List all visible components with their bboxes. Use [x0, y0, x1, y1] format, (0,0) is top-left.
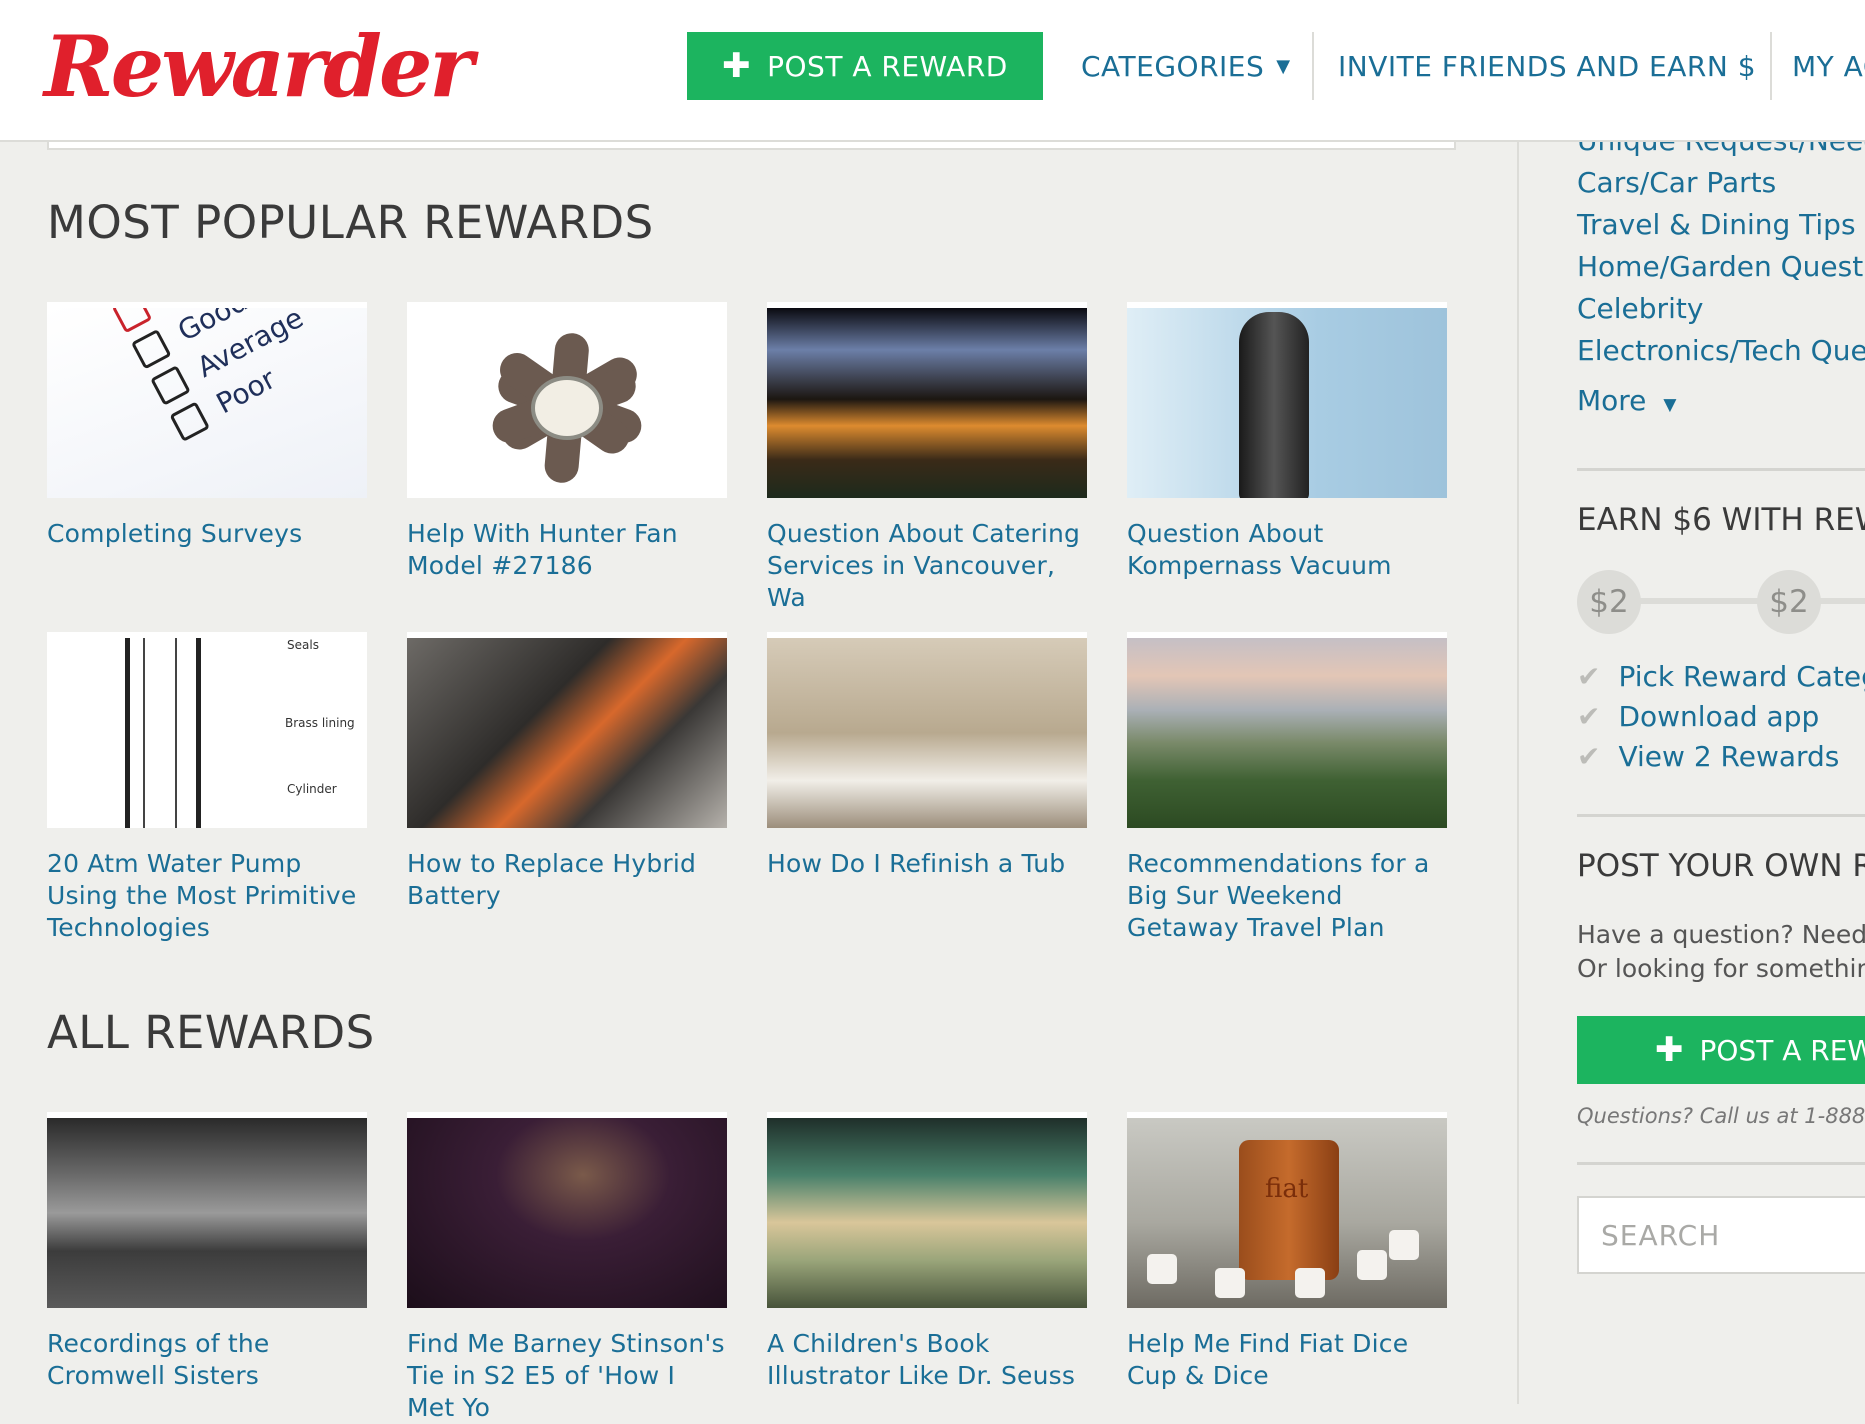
reward-title-link[interactable]: Recordings of the Cromwell Sisters — [47, 1328, 367, 1392]
caret-down-icon: ▼ — [1276, 56, 1290, 77]
plus-icon: ✚ — [1655, 1033, 1684, 1067]
reward-thumbnail[interactable] — [1127, 632, 1447, 828]
reward-title-link[interactable]: A Children's Book Illustrator Like Dr. S… — [767, 1328, 1087, 1392]
survey-checklist-image: Very good Good Average Poor — [107, 302, 355, 450]
reward-card[interactable]: How to Replace Hybrid Battery — [407, 632, 727, 912]
reward-title-link[interactable]: How to Replace Hybrid Battery — [407, 848, 727, 912]
reward-card[interactable]: Question About Kompernass Vacuum — [1127, 302, 1447, 582]
reward-thumbnail[interactable] — [407, 302, 727, 498]
all-rewards-heading: ALL REWARDS — [47, 1006, 375, 1059]
reward-card[interactable]: Recommendations for a Big Sur Weekend Ge… — [1127, 632, 1447, 944]
earn-step-pick-category[interactable]: ✔Pick Reward Categ — [1577, 660, 1865, 693]
earn-heading: EARN $6 WITH REW — [1577, 502, 1865, 538]
post-own-description: Or looking for somethin — [1577, 952, 1865, 986]
reward-title-link[interactable]: Help Me Find Fiat Dice Cup & Dice — [1127, 1328, 1447, 1392]
check-icon: ✔ — [1577, 740, 1600, 773]
earn-step-download-app[interactable]: ✔Download app — [1577, 700, 1819, 733]
fan-hub — [535, 380, 599, 436]
reward-title-link[interactable]: Find Me Barney Stinson's Tie in S2 E5 of… — [407, 1328, 727, 1424]
nav-my-account[interactable]: MY AC — [1792, 31, 1865, 101]
sidebar-category-link[interactable]: Electronics/Tech Ques — [1577, 334, 1865, 367]
caret-down-icon: ▼ — [1663, 395, 1676, 415]
nav-categories[interactable]: CATEGORIES ▼ — [1081, 31, 1291, 101]
sidebar-post-reward-label: POST A REW — [1700, 1034, 1865, 1067]
nav-divider — [1770, 32, 1772, 100]
sidebar-search-input[interactable] — [1577, 1196, 1865, 1274]
sidebar-separator — [1577, 814, 1865, 817]
check-icon: ✔ — [1577, 700, 1600, 733]
nav-divider — [1312, 32, 1314, 100]
reward-card[interactable]: fiat Help Me Find Fiat Dice Cup & Dice — [1127, 1112, 1447, 1392]
reward-title-link[interactable]: Recommendations for a Big Sur Weekend Ge… — [1127, 848, 1447, 944]
reward-card[interactable]: Question About Catering Services in Vanc… — [767, 302, 1087, 614]
post-your-own-heading: POST YOUR OWN R — [1577, 848, 1865, 884]
plus-icon: ✚ — [722, 49, 751, 83]
reward-card[interactable]: Seals Brass lining Cylinder 20 Atm Water… — [47, 632, 367, 944]
vacuum-image — [1239, 312, 1309, 498]
earn-step-view-rewards[interactable]: ✔View 2 Rewards — [1577, 740, 1839, 773]
post-reward-label: POST A REWARD — [767, 50, 1008, 83]
check-icon: ✔ — [1577, 660, 1600, 693]
reward-thumbnail[interactable]: Seals Brass lining Cylinder — [47, 632, 367, 828]
reward-thumbnail[interactable]: Very good Good Average Poor — [47, 302, 367, 498]
reward-thumbnail[interactable] — [767, 632, 1087, 828]
post-own-description: Have a question? Need — [1577, 918, 1865, 952]
reward-title-link[interactable]: Question About Catering Services in Vanc… — [767, 518, 1087, 614]
help-phone-text: Questions? Call us at 1-888 — [1577, 1104, 1865, 1128]
reward-card[interactable]: Find Me Barney Stinson's Tie in S2 E5 of… — [407, 1112, 727, 1424]
reward-title-link[interactable]: 20 Atm Water Pump Using the Most Primiti… — [47, 848, 367, 944]
sidebar-category-link[interactable]: Travel & Dining Tips — [1577, 208, 1856, 241]
reward-thumbnail[interactable] — [767, 302, 1087, 498]
nav-invite-label: INVITE FRIENDS AND EARN $ — [1338, 50, 1756, 83]
reward-title-link[interactable]: How Do I Refinish a Tub — [767, 848, 1087, 880]
rewarder-logo[interactable]: Rewarder — [44, 2, 471, 132]
step-reward-circle: $2 — [1757, 570, 1821, 634]
reward-title-link[interactable]: Completing Surveys — [47, 518, 367, 550]
dice-cup-image: fiat — [1239, 1140, 1339, 1280]
sidebar-category-link[interactable]: Cars/Car Parts — [1577, 166, 1776, 199]
reward-thumbnail[interactable] — [767, 1112, 1087, 1308]
sidebar-post-reward-button[interactable]: ✚ POST A REW — [1577, 1016, 1865, 1084]
sidebar-divider — [1517, 140, 1519, 1404]
reward-card[interactable]: How Do I Refinish a Tub — [767, 632, 1087, 880]
sidebar-category-link[interactable]: Celebrity — [1577, 292, 1703, 325]
post-reward-button[interactable]: ✚ POST A REWARD — [687, 32, 1043, 100]
steps-track — [1620, 598, 1865, 604]
reward-thumbnail[interactable] — [1127, 302, 1447, 498]
reward-title-link[interactable]: Question About Kompernass Vacuum — [1127, 518, 1447, 582]
reward-thumbnail[interactable] — [407, 1112, 727, 1308]
sidebar-separator — [1577, 468, 1865, 471]
reward-card[interactable]: Recordings of the Cromwell Sisters — [47, 1112, 367, 1392]
reward-thumbnail[interactable]: fiat — [1127, 1112, 1447, 1308]
reward-card[interactable]: Very good Good Average Poor Completing S… — [47, 302, 367, 550]
top-header: Rewarder ✚ POST A REWARD CATEGORIES ▼ IN… — [0, 0, 1865, 142]
step-reward-circle: $2 — [1577, 570, 1641, 634]
nav-invite-friends[interactable]: INVITE FRIENDS AND EARN $ — [1338, 31, 1756, 101]
reward-card[interactable]: A Children's Book Illustrator Like Dr. S… — [767, 1112, 1087, 1392]
most-popular-heading: MOST POPULAR REWARDS — [47, 196, 654, 249]
sidebar-category-link[interactable]: Home/Garden Questio — [1577, 250, 1865, 283]
sidebar-separator — [1577, 1162, 1865, 1165]
more-label: More — [1577, 384, 1646, 417]
nav-my-account-label: MY AC — [1792, 50, 1865, 83]
reward-card[interactable]: Help With Hunter Fan Model #27186 — [407, 302, 727, 582]
reward-thumbnail[interactable] — [407, 632, 727, 828]
nav-categories-label: CATEGORIES — [1081, 50, 1264, 83]
reward-title-link[interactable]: Help With Hunter Fan Model #27186 — [407, 518, 727, 582]
sidebar-more-link[interactable]: More ▼ — [1577, 384, 1676, 417]
reward-thumbnail[interactable] — [47, 1112, 367, 1308]
